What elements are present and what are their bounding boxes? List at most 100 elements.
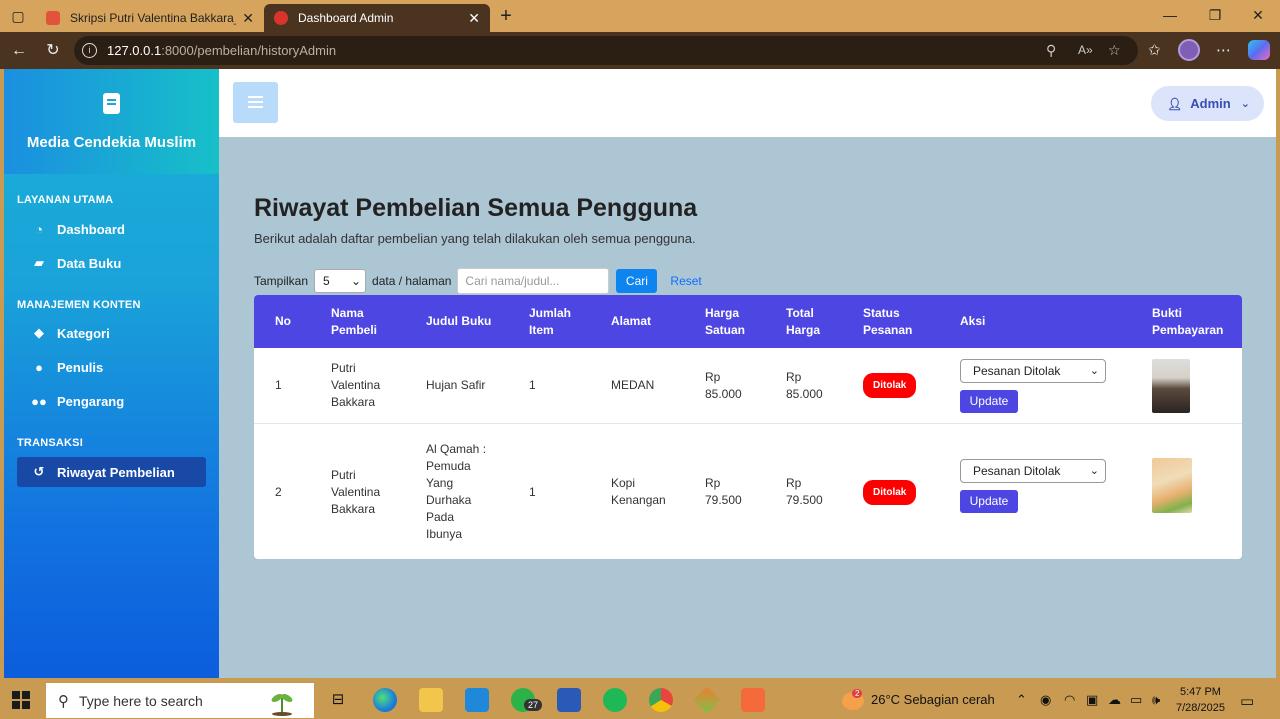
- admin-user-menu[interactable]: 👤︎ Admin ⌄: [1151, 86, 1264, 121]
- cell-total: Rp 79.500: [786, 476, 823, 507]
- cloud-icon[interactable]: ☁: [1108, 692, 1121, 708]
- vscode-icon[interactable]: [465, 688, 489, 712]
- main-content: Riwayat Pembelian Semua Pengguna Berikut…: [219, 137, 1276, 678]
- volume-icon[interactable]: 🕪︎: [1152, 692, 1160, 708]
- status-badge: Ditolak: [863, 373, 917, 398]
- cell-harga: Rp 85.000: [705, 369, 742, 401]
- sidebar-item-pengarang[interactable]: ●● Pengarang: [17, 386, 206, 416]
- address-bar[interactable]: i 127.0.0.1:8000/pembelian/historyAdmin …: [74, 36, 1138, 65]
- restore-icon[interactable]: ❐: [1195, 4, 1235, 26]
- update-button[interactable]: Update: [960, 390, 1018, 413]
- app-diamond-icon[interactable]: [693, 686, 721, 714]
- browser-tab-skripsi[interactable]: Skripsi Putri Valentina Bakkara_21 ✕: [36, 4, 264, 32]
- clock-date: 7/28/2025: [1176, 702, 1225, 714]
- update-button[interactable]: Update: [960, 490, 1018, 513]
- sidebar-brand[interactable]: Media Cendekia Muslim: [4, 69, 219, 174]
- status-select-value: Pesanan Ditolak: [973, 464, 1061, 478]
- status-cell: Ditolak: [863, 425, 917, 559]
- word-icon[interactable]: [557, 688, 581, 712]
- site-info-icon[interactable]: i: [82, 43, 97, 58]
- close-window-icon[interactable]: ✕: [1238, 4, 1278, 26]
- more-menu-icon[interactable]: ⋯: [1216, 41, 1231, 59]
- users-icon: ●●: [31, 393, 47, 409]
- chrome-icon[interactable]: [649, 688, 673, 712]
- read-aloud-icon[interactable]: A»: [1078, 43, 1093, 57]
- new-tab-icon[interactable]: +: [496, 6, 516, 26]
- chevron-up-icon[interactable]: ⌃: [1016, 692, 1027, 708]
- battery-icon[interactable]: ▭: [1130, 692, 1142, 708]
- notification-icon[interactable]: ▭: [1240, 692, 1254, 710]
- chevron-down-icon: ⌄: [350, 274, 362, 288]
- payment-proof-thumbnail[interactable]: [1152, 359, 1190, 413]
- cell-judul: Al Qamah : Pemuda Yang Durhaka Pada Ibun…: [426, 442, 487, 541]
- reset-link[interactable]: Reset: [670, 274, 701, 288]
- table-row: 1 Putri Valentina Bakkara Hujan Safir 1 …: [254, 348, 1242, 424]
- sidebar-item-label: Penulis: [57, 359, 104, 375]
- spotify-icon[interactable]: [603, 688, 627, 712]
- edge-icon[interactable]: [373, 688, 397, 712]
- back-icon[interactable]: ←: [8, 40, 30, 62]
- per-page-select[interactable]: 5 ⌄: [314, 269, 367, 293]
- status-select[interactable]: Pesanan Ditolak ⌄: [960, 359, 1106, 383]
- sidebar-item-data-buku[interactable]: ▰ Data Buku: [17, 248, 206, 278]
- xampp-icon[interactable]: [741, 688, 765, 712]
- cell-total: Rp 85.000: [786, 369, 823, 401]
- tab-title: Dashboard Admin: [298, 11, 394, 25]
- record-icon[interactable]: ◉: [1040, 692, 1051, 708]
- zoom-icon[interactable]: ⚲: [1046, 42, 1056, 59]
- sidebar-toggle-button[interactable]: [233, 82, 278, 123]
- tag-icon: ◆: [34, 325, 44, 340]
- windows-start-icon[interactable]: [12, 691, 30, 709]
- payment-proof-thumbnail[interactable]: [1152, 458, 1192, 513]
- weather-text[interactable]: 26°C Sebagian cerah: [871, 692, 995, 707]
- reload-icon[interactable]: ↻: [42, 40, 64, 62]
- search-input[interactable]: Cari nama/judul...: [457, 268, 610, 294]
- taskbar-search-input[interactable]: ⚲ Type here to search: [46, 683, 314, 718]
- close-tab-icon[interactable]: ✕: [242, 10, 254, 27]
- sidebar-item-label: Data Buku: [57, 255, 122, 271]
- sidebar-item-penulis[interactable]: ● Penulis: [17, 352, 206, 382]
- cell-no: 1: [275, 378, 282, 392]
- plant-icon: [271, 694, 293, 716]
- sidebar-item-label: Kategori: [57, 325, 110, 341]
- status-select[interactable]: Pesanan Ditolak ⌄: [960, 459, 1106, 483]
- device-icon[interactable]: ▣: [1086, 692, 1098, 708]
- th-judul-buku: Judul Buku: [426, 314, 492, 328]
- sidebar-item-kategori[interactable]: ◆ Kategori: [17, 318, 206, 348]
- status-badge: Ditolak: [863, 479, 917, 505]
- th-aksi: Aksi: [960, 314, 986, 328]
- wifi-icon[interactable]: ◠: [1064, 692, 1075, 708]
- tab-actions-icon[interactable]: ▢: [8, 6, 28, 26]
- tab-favicon-icon: [274, 11, 288, 25]
- sidebar-item-label: Pengarang: [57, 393, 125, 409]
- section-title-transaksi: TRANSAKSI: [17, 437, 83, 449]
- cell-nama: Putri Valentina Bakkara: [331, 361, 381, 409]
- sidebar-item-riwayat-pembelian[interactable]: ↺ Riwayat Pembelian: [17, 457, 206, 487]
- profile-avatar[interactable]: [1178, 39, 1200, 61]
- chevron-down-icon: ⌄: [1089, 365, 1099, 377]
- show-label: Tampilkan: [254, 274, 309, 288]
- status-select-value: Pesanan Ditolak: [973, 364, 1061, 378]
- favorite-star-icon[interactable]: ☆: [1108, 42, 1121, 59]
- browser-tab-dashboard[interactable]: Dashboard Admin ✕: [264, 4, 490, 32]
- favorites-icon[interactable]: ✩: [1148, 41, 1161, 59]
- file-explorer-icon[interactable]: [419, 688, 443, 712]
- copilot-icon[interactable]: [1248, 40, 1270, 60]
- purchase-history-table: No Nama Pembeli Judul Buku Jumlah Item A…: [254, 295, 1242, 559]
- whatsapp-badge: 27: [524, 699, 543, 711]
- cell-judul: Hujan Safir: [426, 378, 486, 392]
- task-view-icon[interactable]: ⊟: [326, 688, 350, 712]
- search-button[interactable]: Cari: [616, 269, 658, 293]
- section-title-layanan: LAYANAN UTAMA: [17, 194, 114, 206]
- cell-no: 2: [275, 484, 282, 499]
- sidebar-item-dashboard[interactable]: ◔ Dashboard: [17, 214, 206, 244]
- th-status-pesanan: Status Pesanan: [863, 305, 913, 337]
- sidebar-item-label: Dashboard: [57, 221, 125, 237]
- minimize-icon[interactable]: —: [1150, 4, 1190, 26]
- section-title-manajemen: MANAJEMEN KONTEN: [17, 299, 141, 311]
- cell-nama: Putri Valentina Bakkara: [331, 467, 381, 516]
- clock[interactable]: 5:47 PM 7/28/2025: [1176, 684, 1225, 716]
- page-subtitle: Berikut adalah daftar pembelian yang tel…: [254, 231, 696, 246]
- close-tab-icon[interactable]: ✕: [468, 10, 480, 27]
- th-harga-satuan: Harga Satuan: [705, 305, 746, 337]
